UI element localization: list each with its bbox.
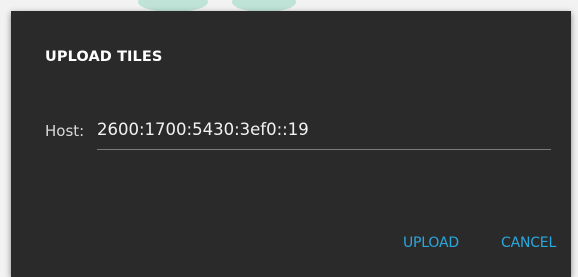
upload-tiles-dialog: UPLOAD TILES Host: UPLOAD CANCEL [11, 11, 571, 277]
dialog-title: UPLOAD TILES [45, 49, 163, 65]
host-input[interactable] [97, 109, 551, 150]
cancel-button[interactable]: CANCEL [501, 235, 556, 251]
upload-button[interactable]: UPLOAD [403, 235, 459, 251]
host-label: Host: [45, 122, 85, 140]
